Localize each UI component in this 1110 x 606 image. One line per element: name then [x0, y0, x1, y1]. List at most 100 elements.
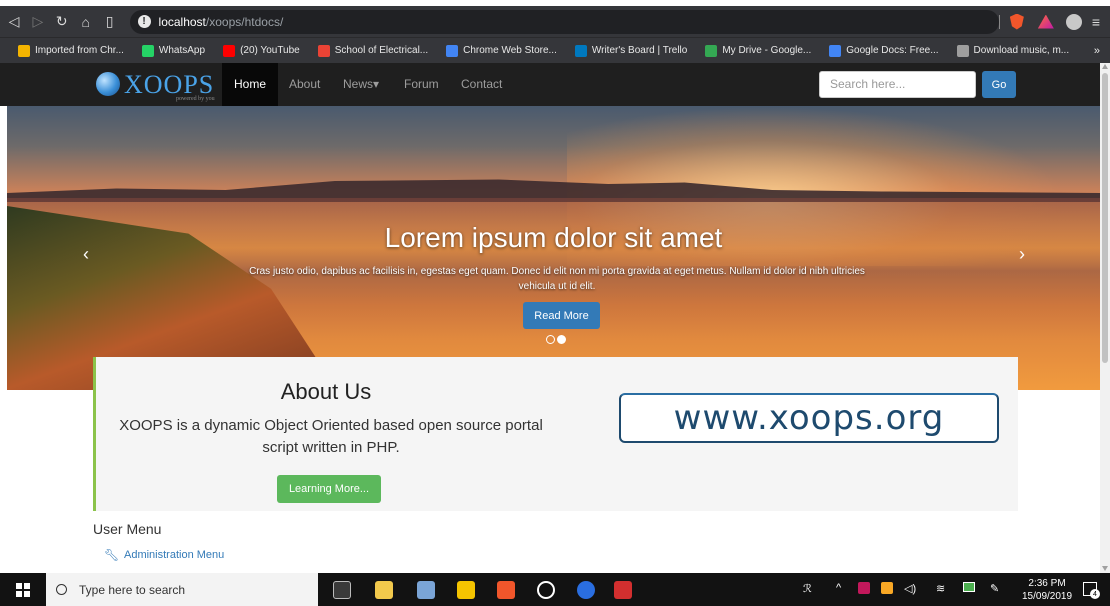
info-icon[interactable]: ! — [137, 15, 151, 28]
about-section: About Us XOOPS is a dynamic Object Orien… — [93, 357, 1018, 511]
bookmark-label: School of Electrical... — [334, 45, 429, 56]
bookmark-item[interactable]: WhatsApp — [141, 44, 205, 57]
notification-count: 4 — [1090, 589, 1100, 599]
nav-about[interactable]: About — [289, 63, 320, 106]
site-logo-tagline: powered by you — [176, 96, 215, 102]
bookmark-favicon-icon — [574, 44, 587, 57]
brave-browser-icon[interactable] — [497, 581, 515, 599]
paint-icon[interactable] — [417, 581, 435, 599]
taskbar-search[interactable]: Type here to search — [46, 573, 318, 606]
task-view-icon[interactable] — [333, 581, 351, 599]
bookmark-label: Google Docs: Free... — [846, 45, 939, 56]
carousel-next-icon[interactable]: › — [1019, 244, 1025, 265]
bookmarks-more-icon[interactable]: » — [1094, 45, 1100, 57]
hero-text: Cras justo odio, dapibus ac facilisis in… — [249, 266, 865, 292]
file-explorer-icon[interactable] — [375, 581, 393, 599]
nav-forum[interactable]: Forum — [404, 63, 439, 106]
nav-news[interactable]: News▾ — [343, 63, 379, 106]
page-scrollbar[interactable] — [1100, 63, 1110, 573]
tray-expand-icon[interactable]: ^ — [836, 582, 841, 594]
page: ◁ ▷ ↻ ⌂ ▯ ! localhost /xoops/htdocs/ 9 ≡… — [0, 0, 1110, 606]
carousel-dot-2[interactable] — [557, 335, 566, 344]
people-icon[interactable]: ℛ — [803, 582, 812, 595]
bookmark-item[interactable]: Download music, m... — [956, 44, 1070, 57]
search-icon — [56, 584, 67, 595]
forward-icon[interactable]: ▷ — [28, 11, 48, 33]
bookmark-item[interactable]: Imported from Chr... — [18, 44, 124, 57]
bookmark-favicon-icon — [18, 44, 30, 57]
pdf-reader-icon[interactable] — [614, 581, 632, 599]
bookmark-item[interactable]: Chrome Web Store... — [446, 44, 557, 57]
pen-icon[interactable]: ✎ — [990, 582, 999, 595]
learning-more-button[interactable]: Learning More... — [277, 475, 381, 503]
sticky-notes-icon[interactable] — [457, 581, 475, 599]
windows-taskbar: Type here to search ℛ ^ ◁) ≋ ✎ 2:36 PM 1… — [0, 573, 1110, 606]
brave-shield-icon[interactable] — [1009, 13, 1024, 30]
bookmark-item[interactable]: School of Electrical... — [317, 44, 429, 57]
carousel-dot-1[interactable] — [546, 335, 555, 344]
wrench-icon: 🔧︎ — [104, 548, 120, 562]
taskbar-search-label: Type here to search — [79, 582, 186, 597]
scroll-down-icon[interactable] — [1102, 566, 1108, 571]
bookmark-item[interactable]: (20) YouTube — [223, 44, 300, 57]
administration-menu-label: Administration Menu — [124, 549, 225, 561]
rewards-badge: 9 — [1049, 14, 1054, 21]
bookmark-favicon-icon — [956, 44, 969, 57]
site-navbar: XOOPS powered by you Home About News▾ Fo… — [0, 63, 1100, 106]
brave-rewards-icon[interactable]: 9 — [1037, 14, 1054, 29]
scroll-up-icon[interactable] — [1102, 64, 1108, 69]
bookmark-favicon-icon — [141, 44, 154, 57]
about-text: XOOPS is a dynamic Object Oriented based… — [119, 417, 543, 456]
app-circle-icon[interactable] — [537, 581, 555, 599]
bookmark-label: (20) YouTube — [240, 45, 300, 56]
administration-menu-link[interactable]: 🔧︎ Administration Menu — [104, 548, 224, 562]
bookmark-item[interactable]: Google Docs: Free... — [829, 44, 939, 57]
volume-icon[interactable]: ◁) — [904, 582, 916, 595]
battery-icon[interactable] — [963, 582, 975, 592]
bookmark-item[interactable]: Writer's Board | Trello — [574, 44, 687, 57]
user-menu-title: User Menu — [93, 521, 162, 537]
bookmark-favicon-icon — [705, 44, 718, 57]
browser-toolbar: ◁ ▷ ↻ ⌂ ▯ ! localhost /xoops/htdocs/ 9 ≡ — [0, 6, 1110, 37]
clock-time: 2:36 PM — [1028, 578, 1066, 589]
xoops-org-logo: www.xoops.org — [619, 393, 999, 443]
carousel-indicators — [546, 335, 568, 344]
url-host: localhost — [158, 14, 206, 29]
search-input[interactable]: Search here... — [819, 71, 976, 98]
home-icon[interactable]: ⌂ — [76, 11, 96, 33]
hero-title: Lorem ipsum dolor sit amet — [384, 222, 723, 253]
windows-start-icon[interactable] — [16, 583, 30, 597]
bookmark-label: Download music, m... — [973, 45, 1070, 56]
bookmark-favicon-icon — [317, 44, 330, 57]
app-w-icon[interactable] — [577, 581, 595, 599]
clock-date: 15/09/2019 — [1022, 591, 1073, 602]
nav-contact[interactable]: Contact — [461, 63, 502, 106]
reload-icon[interactable]: ↻ — [52, 11, 72, 33]
bookmarks-bar: Imported from Chr... WhatsApp (20) YouTube… — [0, 37, 1110, 63]
address-bar[interactable]: ! localhost /xoops/htdocs/ — [129, 9, 999, 34]
bookmark-item[interactable]: My Drive - Google... — [705, 44, 811, 57]
profile-icon[interactable] — [1065, 13, 1082, 30]
read-more-button[interactable]: Read More — [523, 302, 600, 329]
about-title: About Us — [280, 379, 372, 404]
back-icon[interactable]: ◁ — [4, 11, 24, 33]
nav-home[interactable]: Home — [222, 63, 279, 106]
hero-carousel: Lorem ipsum dolor sit amet Cras justo od… — [7, 106, 1100, 390]
menu-icon[interactable]: ≡ — [1092, 14, 1100, 30]
url-path: /xoops/htdocs/ — [205, 14, 284, 29]
carousel-prev-icon[interactable]: ‹ — [83, 244, 89, 265]
wifi-icon[interactable]: ≋ — [936, 582, 945, 595]
extensions-area: 9 ≡ — [998, 13, 1110, 30]
tray-app-red-icon[interactable] — [858, 582, 870, 594]
bookmark-favicon-icon — [829, 44, 842, 57]
bookmark-favicon-icon — [223, 44, 236, 57]
action-center-icon[interactable]: 4 — [1083, 582, 1100, 599]
tray-app-yellow-icon[interactable] — [881, 582, 893, 594]
search-go-button[interactable]: Go — [982, 71, 1016, 98]
bookmark-label: Chrome Web Store... — [463, 45, 557, 56]
bookmark-icon[interactable]: ▯ — [100, 11, 120, 33]
bookmark-favicon-icon — [446, 44, 459, 57]
xoops-globe-icon[interactable] — [96, 72, 120, 96]
scroll-thumb[interactable] — [1102, 73, 1108, 363]
clock[interactable]: 2:36 PM 15/09/2019 — [1022, 577, 1072, 603]
